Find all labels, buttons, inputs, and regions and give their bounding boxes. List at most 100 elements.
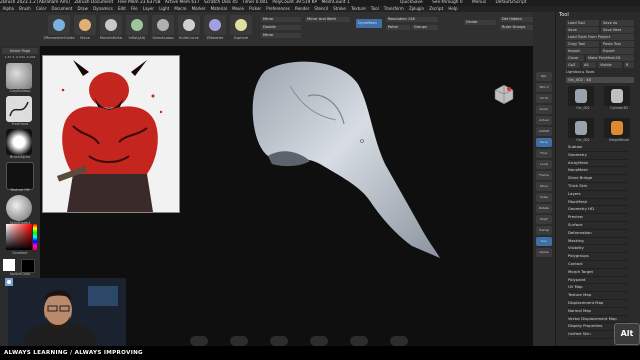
tool-thumb-cylinder3d-icon[interactable] (604, 86, 630, 106)
pill-3[interactable] (270, 336, 288, 346)
subpalette-preview[interactable]: Preview (568, 214, 628, 222)
pill-5[interactable] (350, 336, 368, 346)
paste-tool-button[interactable]: Paste Tool (601, 41, 634, 47)
load-tools-from-project-button[interactable]: Load Tools From Project (566, 34, 634, 40)
subpalette-fibermesh[interactable]: FiberMesh (568, 199, 628, 207)
tool-thumb-orc-002-icon[interactable] (568, 86, 594, 106)
menu-tool[interactable]: Tool (371, 6, 379, 11)
shelf-tool-knifecurve-icon[interactable] (178, 15, 200, 35)
orientation-cube-icon[interactable] (493, 83, 515, 105)
dock-move-button[interactable]: Move (536, 182, 552, 191)
all-button[interactable]: All (582, 62, 596, 68)
menu-document[interactable]: Document (52, 6, 73, 11)
subpalette-uv-map[interactable]: UV Map (568, 284, 628, 293)
menu-stroke[interactable]: Stroke (333, 6, 346, 11)
dock-scroll-button[interactable]: Scroll (536, 94, 552, 103)
alpha-icon[interactable] (6, 129, 32, 155)
subpalette-geometry[interactable]: Geometry (568, 152, 628, 160)
menu-zplugin[interactable]: Zplugin (409, 6, 424, 11)
dock-actual-button[interactable]: Actual (536, 116, 552, 125)
lightbox-tools-link[interactable]: Lightbox ▸ Tools (566, 70, 594, 74)
texture-icon[interactable] (6, 162, 34, 190)
mirror-and-weld-button[interactable]: Mirror And Weld (305, 17, 350, 22)
dock-spix-3-button[interactable]: SPix 3 (536, 83, 552, 92)
menu-brush[interactable]: Brush (19, 6, 31, 11)
subpalette-normal-map[interactable]: Normal Map (568, 308, 628, 316)
color-picker-icon[interactable] (6, 224, 32, 250)
ruler-groups-button[interactable]: Ruler Groups (500, 25, 534, 30)
dock-solo-button[interactable]: Solo (536, 237, 552, 246)
clone-button[interactable]: Clone (566, 55, 584, 61)
menu-picker[interactable]: Picker (249, 6, 261, 11)
menu-help[interactable]: Help (448, 6, 457, 11)
dock-rotate-button[interactable]: Rotate (536, 204, 552, 213)
pill-1[interactable] (190, 336, 208, 346)
dynamesh-button[interactable]: DynaMesh (356, 19, 382, 28)
shelf-tool-moveinfinite-icon[interactable] (100, 15, 122, 35)
make-polymesh-button[interactable]: Make PolyMesh3D (586, 55, 634, 61)
subpalette-geometry-hd[interactable]: Geometry HD (568, 206, 628, 215)
pill-4[interactable] (310, 336, 328, 346)
dock-aahalf-button[interactable]: AAHalf (536, 127, 552, 136)
dock-xpose-button[interactable]: Xpose (536, 248, 552, 257)
copy-tool-button[interactable]: Copy Tool (566, 41, 599, 47)
subpalette-slime-bridge[interactable]: Slime Bridge (568, 175, 628, 183)
dock-transp-button[interactable]: Transp (536, 226, 552, 235)
visible-button[interactable]: Visible (598, 62, 622, 68)
menus-toggle[interactable]: Menus (472, 0, 486, 5)
main-color-swatch[interactable] (3, 259, 15, 271)
clay-buildup-brush-icon[interactable] (6, 63, 32, 89)
shelf-tool-inflat-alt--icon[interactable] (126, 15, 148, 35)
subpalette-deformation[interactable]: Deformation (568, 230, 628, 238)
subpalette-visibility[interactable]: Visibility (568, 245, 628, 254)
import-button[interactable]: Import (566, 48, 599, 54)
dock-scale-button[interactable]: Scale (536, 193, 552, 202)
shelf-tool-move-icon[interactable] (74, 15, 96, 35)
save-next-button[interactable]: Save Next (601, 27, 634, 33)
menu-alpha[interactable]: Alpha (3, 6, 14, 11)
export-button[interactable]: Export (601, 48, 634, 54)
menu-file[interactable]: File (131, 6, 138, 11)
mirror-button[interactable]: Mirror (261, 17, 301, 22)
dock-floor-button[interactable]: Floor (536, 149, 552, 158)
menu-texture[interactable]: Texture (351, 6, 366, 11)
load-tool-button[interactable]: Load Tool (566, 20, 599, 26)
shelf-tool-selectlasso-icon[interactable] (152, 15, 174, 35)
pill-2[interactable] (230, 336, 248, 346)
menu-zscript[interactable]: Zscript (429, 6, 443, 11)
subpalette-texture-map[interactable]: Texture Map (568, 292, 628, 300)
save-button[interactable]: Save (566, 27, 599, 33)
hue-strip[interactable] (33, 224, 37, 250)
menu-movie[interactable]: Movie (232, 6, 244, 11)
menu-edit[interactable]: Edit (118, 6, 126, 11)
tool-thumb-simplebrush-icon[interactable] (604, 118, 630, 138)
shelf-tool-zmodeler-icon[interactable] (204, 15, 226, 35)
dock-frame-button[interactable]: Frame (536, 171, 552, 180)
tool-thumb-orc-002-icon[interactable] (568, 118, 594, 138)
mirror2-button[interactable]: Mirror (261, 33, 301, 38)
menu-dynamics[interactable]: Dynamics (93, 6, 113, 11)
default-zscript[interactable]: DefaultZScript (495, 0, 526, 5)
menu-material[interactable]: Material (211, 6, 227, 11)
subpalette-displacement-map[interactable]: Displacement Map (568, 300, 628, 308)
menu-preferences[interactable]: Preferences (266, 6, 290, 11)
shelf-tool-zremesherguide-icon[interactable] (48, 15, 70, 35)
goz-button[interactable]: GoZ (566, 62, 580, 68)
menu-macro[interactable]: Macro (174, 6, 186, 11)
dock-local-button[interactable]: Local (536, 160, 552, 169)
quicksave-button[interactable]: QuickSave (400, 0, 423, 5)
shelf-tool-zsphere-icon[interactable] (230, 15, 252, 35)
subpalette-arraymesh[interactable]: ArrayMesh (568, 160, 628, 168)
save-as-button[interactable]: Save As (601, 20, 634, 26)
secondary-color-swatch[interactable] (21, 259, 35, 273)
menu-color[interactable]: Color (36, 6, 46, 11)
subpalette-thick-skin[interactable]: Thick Skin (568, 183, 628, 191)
reference-image[interactable] (42, 55, 180, 213)
freehand-stroke-icon[interactable] (6, 96, 32, 122)
subpalette-layers[interactable]: Layers (568, 191, 628, 199)
divide-button[interactable]: Divide (464, 20, 496, 25)
menu-render[interactable]: Render (295, 6, 309, 11)
r-button[interactable]: R (624, 62, 634, 68)
menu-draw[interactable]: Draw (77, 6, 87, 11)
current-tool-slider[interactable]: Orc_002 . 48 (566, 77, 634, 83)
